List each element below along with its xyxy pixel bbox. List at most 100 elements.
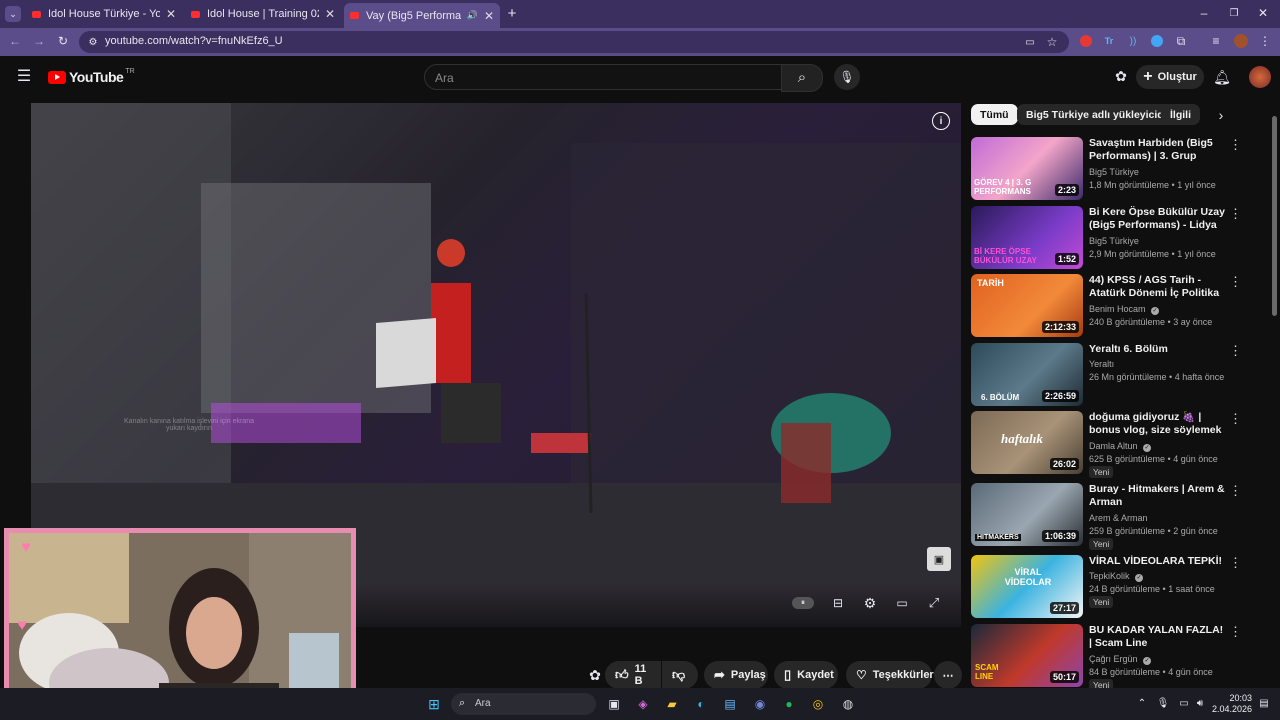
video-title[interactable]: Savaştım Harbiden (Big5 Performans) | 3.… (1089, 137, 1229, 163)
spotify-icon[interactable]: ● (781, 696, 797, 712)
save-button[interactable]: ▯ Kaydet (774, 661, 838, 689)
list-item[interactable]: VİRAL VİDEOLAR 27:17 VİRAL VİDEOLARA TEP… (971, 555, 1251, 619)
extension-red-icon[interactable] (1080, 35, 1092, 47)
voice-search-icon[interactable]: 🎙 (834, 64, 860, 90)
list-item[interactable]: 6. BÖLÜM 2:26:59 Yeraltı 6. Bölüm Yeralt… (971, 343, 1251, 407)
clock[interactable]: 20:03 2.04.2026 (1212, 693, 1252, 715)
video-title[interactable]: BU KADAR YALAN FAZLA! | Scam Line (1089, 624, 1229, 650)
shield-extension-icon[interactable] (1151, 35, 1163, 47)
video-thumbnail[interactable]: GÖREV 4 | 3. G PERFORMANS 2:23 (971, 137, 1083, 200)
browser-tab[interactable]: Idol House | Training 02 | Vokal ✕ (185, 3, 341, 25)
more-options-icon[interactable]: ⋮ (1229, 483, 1242, 499)
scrollbar[interactable] (1272, 116, 1277, 316)
channel-name[interactable]: Big5 Türkiye (1089, 167, 1139, 177)
video-thumbnail[interactable]: haftalık 26:02 (971, 411, 1083, 474)
account-avatar[interactable] (1249, 66, 1271, 88)
video-thumbnail[interactable]: HITMAKERS 1:06:39 (971, 483, 1083, 546)
channel-name[interactable]: TepkiKolik ✓ (1089, 571, 1144, 582)
translate-extension-icon[interactable]: Tr (1103, 35, 1115, 47)
list-item[interactable]: HITMAKERS 1:06:39 Buray - Hitmakers | Ar… (971, 483, 1251, 550)
reading-list-icon[interactable]: ≡ (1210, 34, 1222, 48)
more-options-icon[interactable]: ⋮ (1229, 343, 1242, 359)
channel-name[interactable]: Damla Altun ✓ (1089, 441, 1152, 452)
channel-name[interactable]: Big5 Türkiye (1089, 236, 1139, 246)
tray-chevron-icon[interactable]: ⌃ (1136, 697, 1148, 709)
notification-center-icon[interactable]: ▤ (1258, 697, 1270, 709)
tab-search-icon[interactable]: ⌄ (5, 6, 21, 22)
autoplay-toggle-icon[interactable]: ⏸ (792, 597, 814, 609)
site-info-icon[interactable]: ⚙ (87, 36, 99, 48)
extension-clover-icon[interactable]: ✿ (1113, 68, 1129, 84)
channel-watermark-icon[interactable]: ▣ (927, 547, 951, 571)
network-icon[interactable]: ▭ (1177, 697, 1191, 709)
obs-icon[interactable]: ◍ (840, 696, 856, 712)
minimize-icon[interactable]: – (1196, 5, 1212, 21)
restore-icon[interactable]: ❐ (1226, 5, 1242, 21)
list-item[interactable]: SCAM LINE 50:17 BU KADAR YALAN FAZLA! | … (971, 624, 1251, 691)
settings-gear-icon[interactable]: ⚙ (862, 595, 878, 611)
search-button[interactable]: ⌕ (781, 64, 823, 92)
extension-clover-icon[interactable]: ✿ (587, 667, 603, 683)
new-tab-icon[interactable]: + (504, 5, 520, 22)
dislike-button[interactable]: 👎︎ (662, 661, 698, 689)
windows-start-icon[interactable]: ⊞ (426, 696, 442, 712)
more-options-icon[interactable]: ⋮ (1229, 555, 1242, 571)
file-explorer-icon[interactable]: ▰ (664, 696, 680, 712)
thanks-button[interactable]: ♡ Teşekkürler (846, 661, 934, 689)
like-button[interactable]: 👍︎ 11 B (605, 661, 661, 689)
tab-close-icon[interactable]: ✕ (484, 9, 494, 23)
list-item[interactable]: TARİH 2:12:33 44) KPSS / AGS Tarih - Ata… (971, 274, 1251, 338)
forward-icon[interactable]: → (32, 34, 46, 48)
more-options-icon[interactable]: ⋮ (1229, 274, 1242, 290)
youtube-logo[interactable]: YouTube TR (48, 68, 135, 86)
discord-icon[interactable]: ◉ (752, 696, 768, 712)
channel-name[interactable]: Benim Hocam ✓ (1089, 304, 1160, 315)
video-title[interactable]: Yeraltı 6. Bölüm (1089, 343, 1229, 356)
list-item[interactable]: Bİ KERE ÖPSE BÜKÜLÜR UZAY 1:52 Bi Kere Ö… (971, 206, 1251, 270)
search-input[interactable]: Ara (424, 64, 782, 90)
channel-name[interactable]: Arem & Arman (1089, 513, 1148, 523)
theater-mode-icon[interactable]: ▭ (894, 596, 910, 610)
video-title[interactable]: 44) KPSS / AGS Tarih - Atatürk Dönemi İç… (1089, 274, 1229, 301)
video-title[interactable]: Buray - Hitmakers | Arem & Arman (1089, 483, 1229, 509)
chip-from-uploader[interactable]: Big5 Türkiye adlı yükleyiciden (1017, 104, 1185, 125)
video-title[interactable]: VİRAL VİDEOLARA TEPKİ! (1089, 555, 1229, 568)
browser-tab-active[interactable]: Vay (Big5 Performans) - Dil... 🔊 ✕ (344, 3, 500, 28)
fullscreen-icon[interactable]: ⤢ (926, 595, 942, 611)
hamburger-menu-icon[interactable]: ☰ (16, 68, 32, 85)
tab-close-icon[interactable]: ✕ (166, 7, 176, 21)
create-button[interactable]: + Oluştur (1136, 65, 1204, 89)
list-item[interactable]: GÖREV 4 | 3. G PERFORMANS 2:23 Savaştım … (971, 137, 1251, 201)
store-icon[interactable]: ▤ (722, 696, 738, 712)
copilot-icon[interactable]: ◈ (635, 696, 651, 712)
more-actions-button[interactable]: ⋯ (934, 661, 962, 689)
tab-close-icon[interactable]: ✕ (325, 7, 335, 21)
chip-related[interactable]: İlgili (1161, 104, 1200, 125)
notifications-bell-icon[interactable]: 🔔︎ (1213, 68, 1231, 86)
video-thumbnail[interactable]: 6. BÖLÜM 2:26:59 (971, 343, 1083, 406)
microphone-icon[interactable]: 🎙 (1157, 697, 1170, 709)
more-options-icon[interactable]: ⋮ (1229, 411, 1242, 427)
video-thumbnail[interactable]: VİRAL VİDEOLAR 27:17 (971, 555, 1083, 618)
more-options-icon[interactable]: ⋮ (1229, 206, 1242, 222)
browser-menu-icon[interactable]: ⋮ (1258, 34, 1272, 48)
bookmark-star-icon[interactable]: ☆ (1045, 35, 1059, 49)
channel-name[interactable]: Yeraltı (1089, 359, 1114, 369)
chip-all[interactable]: Tümü (971, 104, 1018, 125)
task-view-icon[interactable]: ▣ (606, 696, 622, 712)
video-thumbnail[interactable]: SCAM LINE 50:17 (971, 624, 1083, 687)
chrome-icon[interactable]: ◎ (810, 696, 826, 712)
video-title[interactable]: Bi Kere Öpse Bükülür Uzay (Big5 Performa… (1089, 206, 1229, 233)
back-icon[interactable]: ← (8, 34, 22, 48)
more-options-icon[interactable]: ⋮ (1229, 137, 1242, 153)
video-title[interactable]: doğuma gidiyoruz 🍇 | bonus vlog, size sö… (1089, 411, 1229, 438)
audio-extension-icon[interactable]: )) (1127, 35, 1139, 47)
subtitles-icon[interactable]: ⊟ (830, 596, 846, 610)
reload-icon[interactable]: ↻ (56, 34, 70, 48)
share-button[interactable]: ➦ Paylaş (704, 661, 768, 689)
install-app-icon[interactable]: ▭ (1023, 35, 1037, 49)
browser-tab[interactable]: Idol House Türkiye - YouTube ✕ (26, 3, 182, 25)
list-item[interactable]: haftalık 26:02 doğuma gidiyoruz 🍇 | bonu… (971, 411, 1251, 478)
close-window-icon[interactable]: ✕ (1255, 5, 1271, 21)
channel-name[interactable]: Çağrı Ergün ✓ (1089, 654, 1152, 665)
